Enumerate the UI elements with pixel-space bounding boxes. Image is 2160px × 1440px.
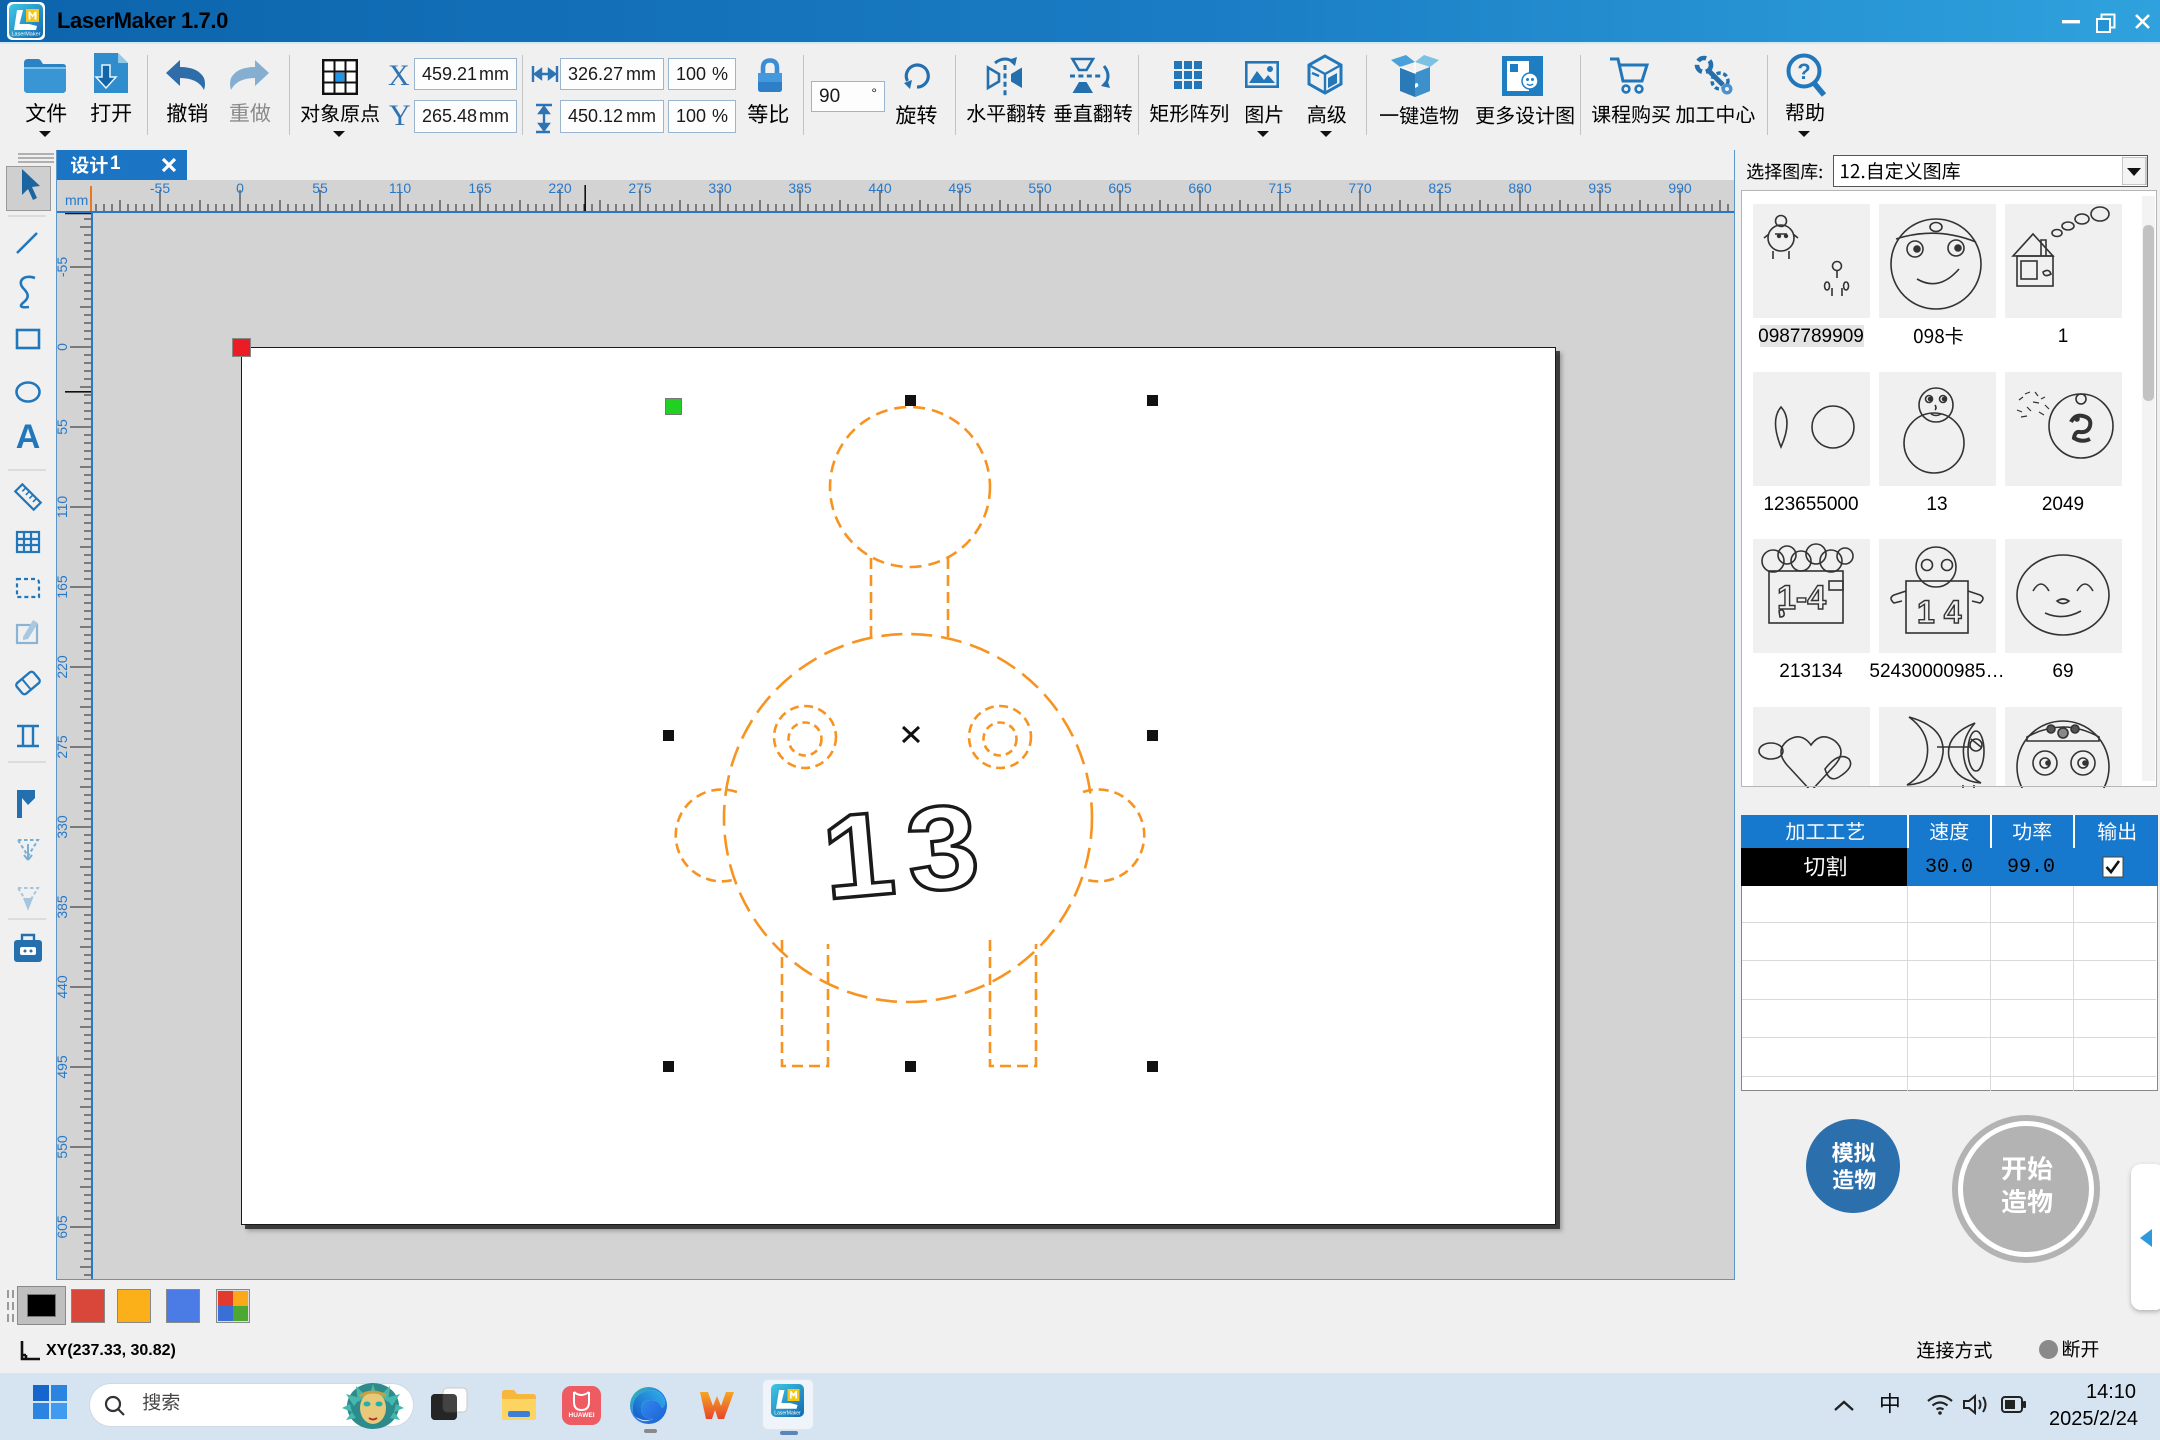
svg-text:55: 55 [57, 419, 70, 435]
svg-text:mm: mm [65, 192, 88, 208]
svg-text:165: 165 [57, 575, 70, 599]
svg-text:LaserMaker: LaserMaker [774, 1411, 801, 1417]
svg-text:1 4: 1 4 [1917, 594, 1962, 630]
svg-text:110: 110 [57, 496, 70, 519]
svg-text:935: 935 [1588, 180, 1612, 196]
svg-text:A: A [16, 418, 41, 456]
svg-text:385: 385 [57, 895, 70, 919]
svg-text:-55: -55 [57, 257, 70, 277]
svg-text:605: 605 [1108, 180, 1132, 196]
svg-text:LaserMaker: LaserMaker [11, 32, 40, 38]
svg-text:220: 220 [548, 180, 572, 196]
svg-text:330: 330 [708, 180, 732, 196]
svg-text:330: 330 [57, 815, 70, 839]
svg-text:0: 0 [236, 180, 244, 196]
svg-text:825: 825 [1428, 180, 1452, 196]
svg-text:440: 440 [868, 180, 892, 196]
svg-text:165: 165 [468, 180, 492, 196]
svg-text:110: 110 [389, 180, 412, 196]
svg-text:1-4: 1-4 [1777, 579, 1826, 617]
svg-text:?: ? [1797, 59, 1810, 84]
svg-text:880: 880 [1508, 180, 1532, 196]
svg-text:605: 605 [57, 1215, 70, 1239]
svg-text:0: 0 [57, 343, 70, 351]
svg-text:385: 385 [788, 180, 812, 196]
svg-text:550: 550 [57, 1135, 70, 1159]
svg-text:715: 715 [1268, 180, 1292, 196]
svg-text:550: 550 [1028, 180, 1052, 196]
svg-text:660: 660 [1188, 180, 1212, 196]
svg-text:495: 495 [57, 1055, 70, 1079]
svg-text:275: 275 [628, 180, 652, 196]
svg-text:55: 55 [312, 180, 328, 196]
svg-text:440: 440 [57, 975, 70, 999]
svg-text:-55: -55 [150, 180, 170, 196]
svg-text:HUAWEI: HUAWEI [569, 1412, 595, 1419]
svg-text:770: 770 [1348, 180, 1372, 196]
svg-text:495: 495 [948, 180, 972, 196]
svg-text:990: 990 [1668, 180, 1692, 196]
svg-text:275: 275 [57, 735, 70, 759]
svg-text:220: 220 [57, 655, 70, 679]
